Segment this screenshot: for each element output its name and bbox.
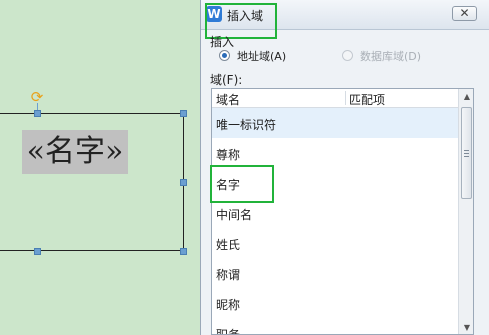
scroll-up-icon[interactable]: ▲ (459, 89, 473, 105)
column-header-match[interactable]: 匹配项 (349, 91, 385, 108)
database-field-radio (342, 50, 353, 61)
fields-label: 域(F): (210, 73, 243, 87)
list-header: 域名 匹配项 (212, 89, 458, 108)
app-logo-icon: W (206, 6, 222, 22)
dialog-title: 插入域 (227, 9, 264, 23)
scroll-down-icon[interactable]: ▼ (459, 320, 473, 334)
resize-handle-bottom-right[interactable] (180, 248, 187, 255)
scroll-thumb[interactable] (461, 107, 472, 199)
list-item[interactable]: 中间名 (212, 198, 458, 228)
rotate-icon[interactable]: ⟳ (30, 90, 44, 105)
list-item[interactable]: 职务 (212, 318, 458, 334)
resize-handle-bottom[interactable] (34, 248, 41, 255)
resize-handle-top[interactable] (34, 110, 41, 117)
list-item[interactable]: 名字 (212, 168, 458, 198)
database-field-label: 数据库域(D) (360, 50, 422, 63)
vertical-scrollbar[interactable]: ▲ ▼ (458, 89, 473, 334)
fields-listbox[interactable]: 域名 匹配项 唯一标识符 尊称 名字 中间名 姓氏 称谓 昵称 职务 ▲ ▼ (211, 88, 474, 335)
resize-handle-top-right[interactable] (180, 110, 187, 117)
close-button[interactable]: ✕ (452, 6, 477, 21)
resize-handle-right[interactable] (180, 179, 187, 186)
close-icon: ✕ (459, 6, 470, 20)
list-item[interactable]: 尊称 (212, 138, 458, 168)
dialog-titlebar[interactable]: W 插入域 ✕ (201, 0, 489, 30)
address-field-label[interactable]: 地址域(A) (237, 48, 286, 64)
column-header-field-name[interactable]: 域名 (216, 91, 240, 108)
insert-group-label: 插入 (210, 35, 235, 49)
list-item[interactable]: 称谓 (212, 258, 458, 288)
address-field-radio[interactable] (219, 50, 230, 61)
insert-field-dialog: W 插入域 ✕ 插入 地址域(A) 数据库域(D) 域(F): 域名 匹配项 唯… (200, 0, 489, 335)
list-item[interactable]: 昵称 (212, 288, 458, 318)
merge-field-name[interactable]: «名字» (22, 130, 128, 174)
scroll-grip-icon (464, 153, 469, 154)
scroll-grip-icon (464, 150, 469, 151)
scroll-grip-icon (464, 156, 469, 157)
column-separator[interactable] (345, 91, 346, 105)
list-item[interactable]: 姓氏 (212, 228, 458, 258)
list-item[interactable]: 唯一标识符 (212, 108, 458, 138)
